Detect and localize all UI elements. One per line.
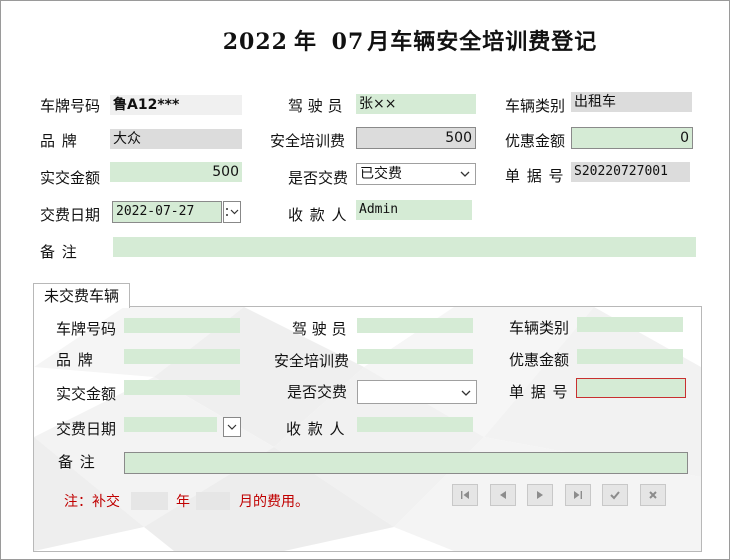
note-year-unit: 年 — [176, 494, 190, 510]
previous-record-icon — [500, 491, 506, 499]
sub-is-paid-label: 是否交费 — [287, 383, 348, 401]
page-title: 2022 年 07 月车辆安全培训费登记 — [0, 24, 730, 56]
receipt-field[interactable]: S20220727001 — [571, 162, 690, 182]
sub-brand-label: 品 牌 — [56, 351, 94, 369]
sub-remark-field[interactable] — [124, 452, 688, 474]
previous-record-button[interactable] — [490, 484, 516, 506]
plate-label: 车牌号码 — [40, 97, 101, 115]
plate-field[interactable]: 鲁A12*** — [110, 95, 242, 115]
sub-receipt-field[interactable] — [576, 378, 686, 398]
check-icon — [610, 491, 620, 500]
chevron-down-icon — [226, 208, 239, 216]
note-year-field[interactable] — [131, 492, 168, 510]
sub-pay-date-label: 交费日期 — [56, 420, 117, 438]
remark-label: 备 注 — [40, 243, 78, 261]
date-picker-button[interactable] — [223, 201, 241, 223]
sub-discount-field[interactable] — [577, 349, 683, 364]
driver-label: 驾 驶 员 — [288, 97, 343, 115]
title-year-unit: 年 — [293, 29, 317, 55]
payee-label: 收 款 人 — [288, 206, 348, 224]
sub-brand-field[interactable] — [124, 349, 240, 364]
note-suffix: 月的费用。 — [239, 494, 309, 510]
sub-driver-field[interactable] — [357, 318, 473, 333]
title-month: 07 — [331, 29, 365, 55]
discount-label: 优惠金额 — [505, 132, 566, 150]
sub-vehicle-type-label: 车辆类别 — [509, 319, 570, 337]
discount-field[interactable]: 0 — [571, 127, 693, 149]
vehicle-type-label: 车辆类别 — [505, 97, 566, 115]
paid-amount-field[interactable]: 500 — [110, 162, 242, 182]
sub-paid-amount-field[interactable] — [124, 380, 240, 395]
sub-remark-label: 备 注 — [58, 453, 96, 471]
sub-discount-label: 优惠金额 — [509, 351, 570, 369]
is-paid-value: 已交费 — [360, 166, 402, 182]
next-record-icon — [537, 491, 543, 499]
cancel-button[interactable] — [640, 484, 666, 506]
title-year: 2022 — [222, 29, 288, 55]
paid-amount-label: 实交金额 — [40, 169, 101, 187]
sub-vehicle-type-field[interactable] — [577, 317, 683, 332]
first-record-icon — [461, 491, 469, 499]
sub-payee-field[interactable] — [357, 417, 473, 432]
chevron-down-icon — [460, 171, 470, 177]
is-paid-label: 是否交费 — [288, 169, 349, 187]
sub-plate-label: 车牌号码 — [56, 320, 117, 338]
title-rest: 月车辆安全培训费登记 — [367, 29, 598, 55]
sub-plate-field[interactable] — [124, 318, 240, 333]
note-month-field[interactable] — [196, 492, 230, 510]
first-record-button[interactable] — [452, 484, 478, 506]
sub-receipt-label: 单 据 号 — [509, 383, 569, 401]
save-button[interactable] — [602, 484, 628, 506]
cross-icon — [649, 491, 657, 499]
last-record-icon — [574, 491, 582, 499]
sub-date-picker-button[interactable] — [223, 417, 241, 437]
chevron-down-icon — [227, 424, 237, 430]
note-prefix: 注：补交 — [64, 494, 120, 510]
payee-field[interactable]: Admin — [356, 200, 472, 220]
fee-label: 安全培训费 — [270, 132, 346, 150]
sub-fee-label: 安全培训费 — [274, 352, 350, 370]
last-record-button[interactable] — [565, 484, 591, 506]
pay-date-label: 交费日期 — [40, 206, 101, 224]
sub-paid-amount-label: 实交金额 — [56, 385, 117, 403]
sub-payee-label: 收 款 人 — [286, 420, 346, 438]
next-record-button[interactable] — [527, 484, 553, 506]
sub-pay-date-field[interactable] — [124, 417, 217, 432]
sub-fee-field[interactable] — [357, 349, 473, 364]
fee-field[interactable]: 500 — [356, 127, 476, 149]
chevron-down-icon — [461, 390, 471, 396]
pay-date-field[interactable]: 2022-07-27 — [112, 201, 222, 223]
driver-field[interactable]: 张×× — [356, 94, 476, 114]
is-paid-select[interactable]: 已交费 — [356, 163, 476, 185]
receipt-label: 单 据 号 — [505, 167, 565, 185]
brand-field[interactable]: 大众 — [110, 129, 242, 149]
brand-label: 品 牌 — [40, 132, 78, 150]
vehicle-type-field[interactable]: 出租车 — [571, 92, 692, 112]
tab-unpaid-vehicles[interactable]: 未交费车辆 — [33, 283, 130, 308]
sub-is-paid-select[interactable] — [357, 380, 477, 404]
remark-field[interactable] — [113, 237, 696, 257]
sub-driver-label: 驾 驶 员 — [292, 320, 347, 338]
